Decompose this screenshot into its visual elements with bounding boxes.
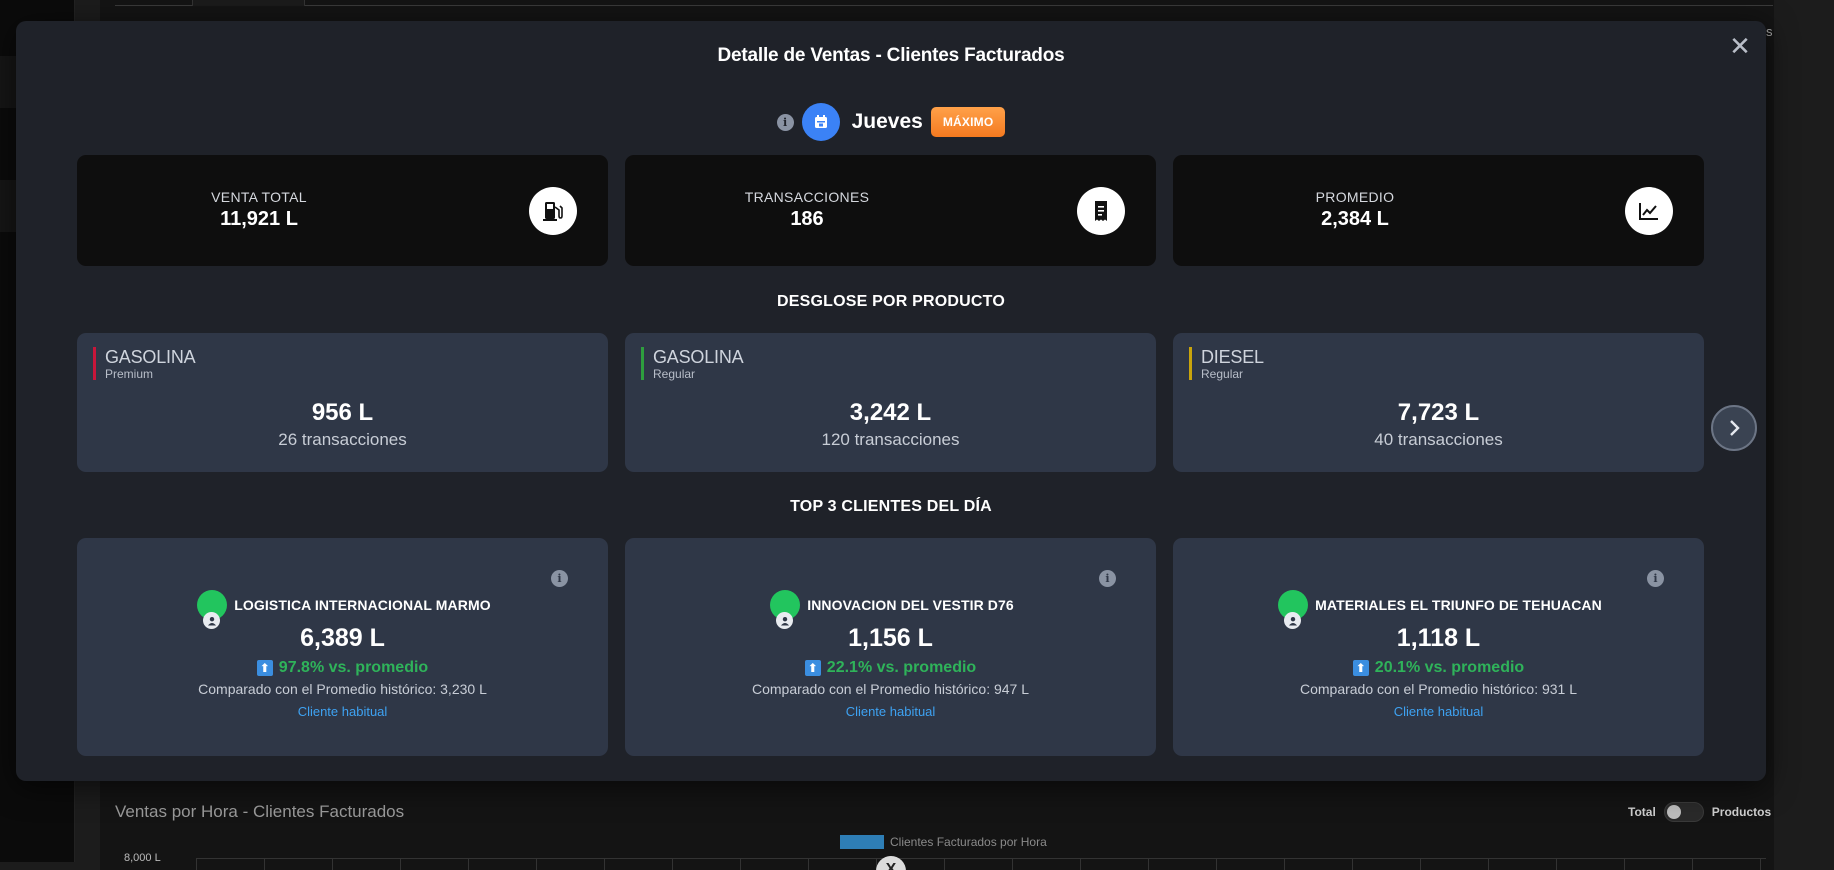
client-name: INNOVACION DEL VESTIR D76 bbox=[807, 597, 1014, 613]
tab[interactable] bbox=[115, 0, 193, 6]
product-liters: 956 L bbox=[311, 399, 374, 426]
client-card-2[interactable]: i INNOVACION DEL VESTIR D76 1,156 L ⬆ 22… bbox=[625, 538, 1156, 756]
product-color-bar bbox=[1189, 347, 1192, 380]
client-growth: ⬆ 97.8% vs. promedio bbox=[77, 659, 608, 677]
chart-legend[interactable]: Clientes Facturados por Hora bbox=[840, 835, 1047, 849]
product-liters: 3,242 L bbox=[849, 399, 932, 426]
stat-card-transactions: TRANSACCIONES 186 bbox=[625, 155, 1156, 266]
close-button[interactable]: ✕ bbox=[1726, 33, 1754, 61]
product-subtype: Regular bbox=[653, 367, 696, 381]
client-growth: ⬆ 22.1% vs. promedio bbox=[625, 659, 1156, 677]
client-growth-text: 20.1% vs. promedio bbox=[1374, 659, 1525, 676]
client-name: LOGISTICA INTERNACIONAL MARMO bbox=[234, 597, 491, 613]
info-icon[interactable]: i bbox=[776, 113, 794, 131]
max-badge: MÁXIMO bbox=[930, 107, 1006, 137]
total-products-switch[interactable] bbox=[1663, 802, 1704, 822]
tab-bar bbox=[115, 0, 1773, 6]
client-growth-text: 97.8% vs. promedio bbox=[278, 659, 429, 676]
view-toggle: Total Productos bbox=[1628, 802, 1771, 822]
product-card-gasolina-regular[interactable]: GASOLINA Regular 3,242 L 120 transaccion… bbox=[625, 333, 1156, 472]
stat-label: VENTA TOTAL bbox=[211, 189, 307, 205]
client-type-label: Cliente habitual bbox=[1393, 704, 1484, 719]
client-name: MATERIALES EL TRIUNFO DE TEHUACAN bbox=[1315, 597, 1602, 613]
arrow-up-icon: ⬆ bbox=[804, 660, 821, 676]
product-transactions: 120 transacciones bbox=[821, 430, 960, 449]
y-tick-label: 8,000 L bbox=[124, 852, 161, 864]
products-row: GASOLINA Premium 956 L 26 transacciones … bbox=[77, 333, 1705, 472]
stat-card-average: PROMEDIO 2,384 L bbox=[1173, 155, 1704, 266]
arrow-up-icon: ⬆ bbox=[1352, 660, 1369, 676]
client-historical-compare: Comparado con el Promedio histórico: 947… bbox=[751, 681, 1030, 697]
chart-title: Ventas por Hora - Clientes Facturados bbox=[115, 802, 405, 821]
calendar-icon bbox=[801, 103, 840, 141]
client-type-label: Cliente habitual bbox=[845, 704, 936, 719]
product-liters: 7,723 L bbox=[1397, 399, 1480, 426]
stat-label: TRANSACCIONES bbox=[744, 189, 870, 205]
sales-detail-modal: Detalle de Ventas - Clientes Facturados … bbox=[16, 21, 1766, 781]
client-liters: 6,389 L bbox=[300, 624, 385, 652]
product-subtype: Premium bbox=[105, 367, 154, 381]
fuel-pump-icon bbox=[529, 187, 577, 235]
product-color-bar bbox=[641, 347, 644, 380]
client-liters: 1,156 L bbox=[848, 624, 933, 652]
info-icon[interactable]: i bbox=[551, 570, 568, 587]
chevron-right-icon bbox=[1730, 420, 1740, 436]
chart-grid bbox=[196, 858, 1766, 870]
stat-label: PROMEDIO bbox=[1315, 189, 1395, 205]
client-growth: ⬆ 20.1% vs. promedio bbox=[1173, 659, 1704, 677]
product-card-gasolina-premium[interactable]: GASOLINA Premium 956 L 26 transacciones bbox=[77, 333, 608, 472]
day-header: i Jueves MÁXIMO bbox=[16, 103, 1766, 141]
product-color-bar bbox=[93, 347, 96, 380]
clients-section-title: TOP 3 CLIENTES DEL DÍA bbox=[790, 498, 992, 515]
day-name: Jueves bbox=[851, 110, 923, 133]
info-icon[interactable]: i bbox=[1647, 570, 1664, 587]
client-card-1[interactable]: i LOGISTICA INTERNACIONAL MARMO 6,389 L … bbox=[77, 538, 608, 756]
info-icon[interactable]: i bbox=[1099, 570, 1116, 587]
legend-label: Clientes Facturados por Hora bbox=[890, 835, 1047, 849]
client-historical-compare: Comparado con el Promedio histórico: 931… bbox=[1299, 681, 1578, 697]
product-transactions: 26 transacciones bbox=[278, 430, 407, 449]
product-subtype: Regular bbox=[1201, 367, 1244, 381]
product-transactions: 40 transacciones bbox=[1374, 430, 1503, 449]
client-historical-compare: Comparado con el Promedio histórico: 3,2… bbox=[198, 681, 487, 697]
arrow-up-icon: ⬆ bbox=[256, 660, 273, 676]
product-card-diesel-regular[interactable]: DIESEL Regular 7,723 L 40 transacciones bbox=[1173, 333, 1704, 472]
client-card-3[interactable]: i MATERIALES EL TRIUNFO DE TEHUACAN 1,11… bbox=[1173, 538, 1704, 756]
receipt-icon bbox=[1077, 187, 1125, 235]
stat-value: 11,921 L bbox=[220, 208, 298, 230]
toggle-label-total: Total bbox=[1628, 805, 1656, 819]
product-name: GASOLINA bbox=[653, 347, 744, 367]
stat-value: 186 bbox=[790, 208, 824, 230]
stat-value: 2,384 L bbox=[1321, 208, 1389, 230]
client-liters: 1,118 L bbox=[1396, 624, 1481, 652]
modal-title: Detalle de Ventas - Clientes Facturados bbox=[717, 45, 1065, 66]
line-chart-icon bbox=[1625, 187, 1673, 235]
legend-swatch bbox=[840, 835, 884, 849]
product-name: GASOLINA bbox=[105, 347, 196, 367]
tab-active[interactable] bbox=[193, 0, 305, 6]
stats-row: VENTA TOTAL 11,921 L TRANSACCIONES 186 P… bbox=[77, 155, 1705, 266]
product-name: DIESEL bbox=[1201, 347, 1264, 367]
stat-card-total: VENTA TOTAL 11,921 L bbox=[77, 155, 608, 266]
products-section-title: DESGLOSE POR PRODUCTO bbox=[777, 293, 1005, 310]
toggle-label-products: Productos bbox=[1711, 805, 1772, 819]
client-growth-text: 22.1% vs. promedio bbox=[826, 659, 977, 676]
edge-text: s bbox=[1766, 24, 1773, 39]
next-products-button[interactable] bbox=[1711, 405, 1757, 451]
client-type-label: Cliente habitual bbox=[297, 704, 388, 719]
clients-row: i LOGISTICA INTERNACIONAL MARMO 6,389 L … bbox=[77, 538, 1705, 756]
